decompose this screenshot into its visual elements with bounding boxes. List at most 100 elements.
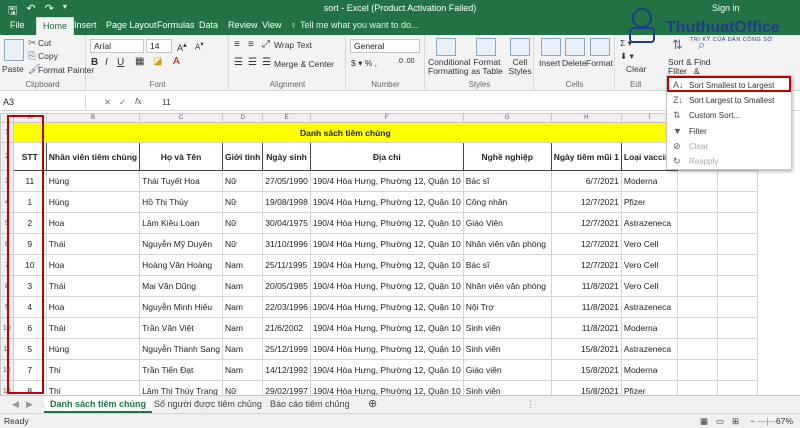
name-box[interactable]: A3 (0, 95, 86, 110)
empty-cell[interactable] (716, 170, 758, 192)
data-cell[interactable]: 14/12/1992 (262, 359, 311, 381)
data-cell[interactable]: 12/7/2021 (550, 254, 622, 276)
column-header[interactable]: H (550, 113, 622, 123)
data-cell[interactable]: 190/4 Hòa Hưng, Phường 12, Quận 10 (309, 275, 464, 297)
tab-data[interactable]: Data (199, 20, 218, 30)
data-cell[interactable]: Hoa (45, 254, 141, 276)
font-color-icon[interactable]: A (173, 56, 180, 67)
format-as-table-icon[interactable] (476, 38, 496, 56)
data-cell[interactable]: 190/4 Hòa Hưng, Phường 12, Quận 10 (309, 296, 464, 318)
column-header[interactable]: G (462, 113, 552, 123)
delete-cells-icon[interactable] (565, 38, 585, 56)
data-cell[interactable]: Nam (221, 254, 264, 276)
data-cell[interactable]: Nữ (221, 170, 264, 192)
header-cell[interactable]: Địa chỉ (309, 142, 464, 171)
format-as-table-button[interactable]: Format as Table (470, 58, 504, 76)
data-cell[interactable]: 190/4 Hòa Hưng, Phường 12, Quận 10 (309, 359, 464, 381)
data-cell[interactable]: Sinh viên (462, 317, 552, 339)
column-header[interactable]: C (139, 113, 223, 123)
data-cell[interactable]: Hùng (45, 191, 141, 213)
paste-icon[interactable] (4, 39, 24, 61)
sort-filter-button[interactable]: Sort & Filter (668, 58, 692, 76)
empty-cell[interactable] (676, 317, 718, 339)
italic-icon[interactable]: I (105, 57, 108, 68)
empty-cell[interactable] (716, 233, 758, 255)
data-cell[interactable]: 6/7/2021 (550, 170, 622, 192)
sheet-tab-danh-sach[interactable]: Danh sách tiêm chủng (44, 396, 153, 413)
data-cell[interactable]: 190/4 Hòa Hưng, Phường 12, Quận 10 (309, 170, 464, 192)
fill-icon[interactable]: ⬇ ▾ (620, 51, 634, 62)
sheet-tab-bao-cao[interactable]: Báo cáo tiêm chủng (264, 396, 356, 413)
data-cell[interactable]: Vero Cell (620, 275, 678, 297)
data-cell[interactable]: 190/4 Hòa Hưng, Phường 12, Quận 10 (309, 233, 464, 255)
empty-cell[interactable] (676, 212, 718, 234)
tab-file[interactable]: File (10, 20, 25, 30)
data-cell[interactable]: Nguyễn Mỹ Duyên (139, 233, 223, 255)
cut-button[interactable]: Cut (38, 38, 51, 48)
header-cell[interactable]: Họ và Tên (139, 142, 223, 171)
orientation-icon[interactable]: ⤢ (262, 39, 270, 50)
tab-insert[interactable]: Insert (74, 20, 97, 30)
data-cell[interactable]: Sinh viên (462, 338, 552, 360)
new-sheet-icon[interactable]: ⊕ (362, 396, 383, 413)
header-cell[interactable]: Ngày tiêm mũi 1 (550, 142, 622, 171)
tab-view[interactable]: View (262, 20, 281, 30)
bold-icon[interactable]: B (91, 57, 98, 68)
column-header[interactable]: E (262, 113, 311, 123)
grow-font-icon[interactable]: A▴ (177, 40, 187, 53)
data-cell[interactable]: Thái Tuyết Hoa (139, 170, 223, 192)
data-cell[interactable]: Giáo Viên (462, 212, 552, 234)
data-cell[interactable]: 21/6/2002 (262, 317, 311, 339)
data-cell[interactable]: Công nhân (462, 191, 552, 213)
header-cell[interactable]: Nhân viên tiêm chủng (45, 142, 141, 171)
data-cell[interactable]: 11/8/2021 (550, 275, 622, 297)
data-cell[interactable]: 20/05/1985 (262, 275, 311, 297)
filter-item[interactable]: ▼ Filter (669, 125, 790, 139)
data-cell[interactable]: Astrazeneca (620, 212, 678, 234)
data-cell[interactable]: 15/8/2021 (550, 338, 622, 360)
clear-button[interactable]: Clear (626, 64, 646, 74)
data-cell[interactable]: 15/8/2021 (550, 359, 622, 381)
column-header[interactable]: B (45, 113, 141, 123)
data-cell[interactable]: 11/8/2021 (550, 296, 622, 318)
underline-icon[interactable]: U (117, 57, 124, 68)
data-cell[interactable]: Hoa (45, 296, 141, 318)
data-cell[interactable]: Thi (45, 359, 141, 381)
data-cell[interactable]: Hồ Thị Thùy (139, 191, 223, 213)
empty-cell[interactable] (676, 338, 718, 360)
insert-button[interactable]: Insert (539, 58, 560, 68)
cancel-entry-icon[interactable]: ✕ (104, 97, 111, 108)
data-cell[interactable]: Thái (45, 233, 141, 255)
delete-button[interactable]: Delete (562, 58, 587, 68)
format-cells-icon[interactable] (590, 38, 610, 56)
sort-largest-to-smallest-item[interactable]: Z↓ Sort Largest to Smallest (669, 94, 790, 108)
font-name-select[interactable]: Arial (90, 39, 144, 53)
insert-cells-icon[interactable] (541, 38, 561, 56)
data-cell[interactable]: Nam (221, 338, 264, 360)
data-cell[interactable]: 30/04/1975 (262, 212, 311, 234)
align-middle-icon[interactable]: ≡ (248, 39, 254, 50)
tab-formulas[interactable]: Formulas (157, 20, 195, 30)
data-cell[interactable]: Nữ (221, 191, 264, 213)
empty-cell[interactable] (676, 191, 718, 213)
empty-cell[interactable] (676, 254, 718, 276)
number-format-select[interactable]: General (350, 39, 420, 53)
data-cell[interactable]: 31/10/1996 (262, 233, 311, 255)
borders-icon[interactable]: ▦ (135, 56, 144, 67)
empty-cell[interactable] (716, 338, 758, 360)
data-cell[interactable]: Moderna (620, 317, 678, 339)
column-header[interactable]: D (221, 113, 264, 123)
data-cell[interactable]: Nữ (221, 212, 264, 234)
header-cell[interactable]: Giới tính (221, 142, 264, 171)
paste-button[interactable]: Paste (2, 64, 24, 74)
sheet-title-cell[interactable]: Danh sách tiêm chủng (12, 122, 678, 143)
empty-cell[interactable] (716, 359, 758, 381)
data-cell[interactable]: Astrazeneca (620, 338, 678, 360)
data-cell[interactable]: Giáo viên (462, 359, 552, 381)
header-cell[interactable]: Ngày sinh (262, 142, 311, 171)
align-right-icon[interactable]: ☰ (262, 57, 271, 68)
shrink-font-icon[interactable]: A▾ (195, 40, 204, 52)
decimal-icon[interactable]: .0 .00 (397, 58, 415, 65)
conditional-formatting-button[interactable]: Conditional Formatting (428, 58, 471, 76)
data-cell[interactable]: Trần Văn Việt (139, 317, 223, 339)
